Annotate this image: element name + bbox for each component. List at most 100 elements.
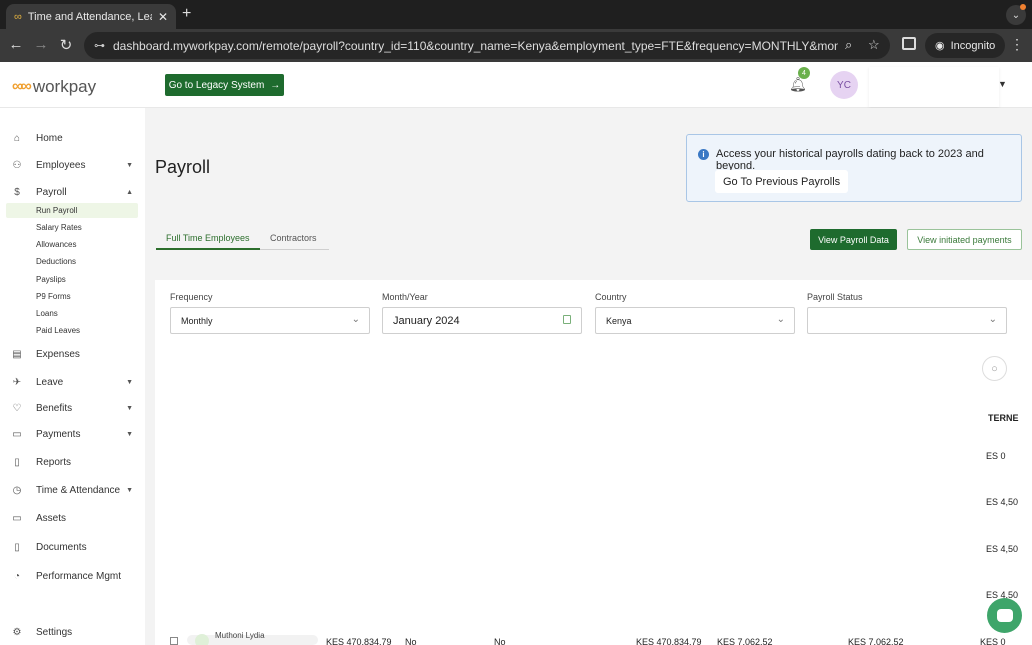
- chat-support-button[interactable]: [987, 598, 1022, 633]
- browser-toolbar: ← → ↻ ⊶ dashboard.myworkpay.com/remote/p…: [0, 29, 1032, 62]
- sidebar-item-assets[interactable]: ▭ Assets: [10, 509, 135, 527]
- gear-icon: ⚙: [12, 626, 22, 638]
- url-text: dashboard.myworkpay.com/remote/payroll?c…: [113, 38, 838, 53]
- sidebar-item-reports[interactable]: ▯ Reports: [10, 453, 135, 471]
- report-icon: ▯: [14, 456, 20, 468]
- sidebar-item-label: Leave: [36, 376, 64, 388]
- sidebar-item-payroll[interactable]: $ Payroll ▲: [10, 183, 135, 201]
- payroll-status-select[interactable]: ⌄: [807, 307, 1007, 334]
- country-select[interactable]: Kenya ⌄: [595, 307, 795, 334]
- previous-payrolls-button[interactable]: Go To Previous Payrolls: [715, 170, 849, 193]
- sidebar-item-label: Expenses: [36, 348, 80, 360]
- sidebar-item-label: Payments: [36, 428, 81, 440]
- back-icon[interactable]: ←: [6, 36, 26, 53]
- notification-badge: 4: [798, 67, 810, 79]
- notification-dot: [1020, 4, 1026, 10]
- site-info-icon[interactable]: ⊶: [94, 39, 105, 52]
- payment-icon: ▭: [12, 428, 22, 440]
- sidebar-sub-run-payroll[interactable]: Run Payroll: [6, 203, 138, 218]
- view-payroll-data-button[interactable]: View Payroll Data: [810, 229, 897, 250]
- plane-icon: ✈: [12, 376, 22, 388]
- tab-search-button[interactable]: ⌄: [1006, 4, 1026, 25]
- table-cell: ES 4,50: [986, 497, 1019, 507]
- tab-contractors[interactable]: Contractors: [270, 233, 317, 243]
- user-menu[interactable]: [869, 67, 999, 107]
- sidebar-sub-loans[interactable]: Loans: [6, 306, 138, 321]
- caret-up-icon: ▲: [126, 188, 133, 196]
- sidebar-sub-paid-leaves[interactable]: Paid Leaves: [6, 323, 138, 338]
- app-header: ∞∞ workpay Go to Legacy System → 🔔︎ 4 YC…: [0, 62, 1032, 108]
- employee-avatar: [195, 634, 209, 645]
- browser-menu-icon[interactable]: ⋮: [1010, 36, 1024, 53]
- sidebar-item-settings[interactable]: ⚙ Settings: [10, 623, 135, 641]
- document-icon: ▯: [14, 541, 20, 553]
- browser-tab[interactable]: ∞ Time and Attendance, Leave, ✕: [6, 4, 176, 29]
- table-cell: KES 470,834.79: [636, 637, 702, 645]
- sidebar-item-performance[interactable]: ◔ Performance Mgmt: [10, 567, 135, 585]
- sidebar-item-benefits[interactable]: ♡ Benefits ▼: [10, 399, 135, 417]
- sidebar-sub-allowances[interactable]: Allowances: [6, 237, 138, 252]
- sidebar-item-leave[interactable]: ✈ Leave ▼: [10, 373, 135, 391]
- sidebar-item-expenses[interactable]: ▤ Expenses: [10, 345, 135, 363]
- incognito-indicator[interactable]: ◉ Incognito: [925, 33, 1006, 58]
- month-year-picker[interactable]: January 2024: [382, 307, 582, 334]
- user-avatar[interactable]: YC: [830, 71, 858, 99]
- close-tab-icon[interactable]: ✕: [158, 10, 168, 24]
- info-icon: i: [698, 149, 709, 160]
- sidebar-item-label: Settings: [36, 626, 73, 638]
- browser-tab-bar: ∞ Time and Attendance, Leave, ✕ + ⌄: [0, 0, 1032, 29]
- side-panel-icon[interactable]: [902, 37, 916, 50]
- sidebar: ⌂ Home ⚇ Employees ▼ $ Payroll ▲ Run Pay…: [0, 108, 145, 645]
- sidebar-item-label: Benefits: [36, 402, 73, 414]
- workpay-logo[interactable]: ∞∞ workpay: [12, 77, 96, 97]
- frequency-value: Monthly: [181, 315, 213, 326]
- sidebar-item-employees[interactable]: ⚇ Employees ▼: [10, 156, 135, 174]
- sidebar-sub-deductions[interactable]: Deductions: [6, 254, 138, 269]
- new-tab-button[interactable]: +: [182, 5, 191, 23]
- workpay-favicon-icon: ∞: [14, 10, 22, 23]
- table-cell: ES 4,50: [986, 544, 1019, 554]
- receipt-icon: ▤: [12, 348, 22, 360]
- sidebar-sub-p9-forms[interactable]: P9 Forms: [6, 289, 138, 304]
- forward-icon[interactable]: →: [31, 36, 51, 53]
- search-zoom-icon[interactable]: ⌕: [845, 37, 852, 53]
- reload-icon[interactable]: ↻: [56, 36, 76, 54]
- country-label: Country: [595, 292, 627, 302]
- caret-down-icon: ▼: [126, 404, 133, 412]
- tab-full-time-employees[interactable]: Full Time Employees: [156, 233, 260, 250]
- logo-mark-icon: ∞∞: [12, 78, 32, 95]
- calendar-icon: [563, 315, 571, 324]
- sidebar-sub-payslips[interactable]: Payslips: [6, 272, 138, 287]
- sidebar-item-payments[interactable]: ▭ Payments ▼: [10, 425, 135, 443]
- caret-down-icon: ▼: [126, 486, 133, 494]
- payroll-card: Frequency Monthly ⌄ Month/Year January 2…: [155, 280, 1032, 645]
- chart-icon: ◔: [13, 570, 21, 582]
- users-icon: ⚇: [12, 159, 22, 171]
- view-initiated-payments-button[interactable]: View initiated payments: [907, 229, 1022, 250]
- table-search-button[interactable]: ○: [982, 356, 1007, 381]
- sidebar-item-time-attendance[interactable]: ◷ Time & Attendance ▼: [10, 481, 135, 499]
- sidebar-item-label: Time & Attendance: [36, 484, 121, 496]
- sidebar-sub-salary-rates[interactable]: Salary Rates: [6, 220, 138, 235]
- table-cell: ES 0: [986, 451, 1006, 461]
- frequency-select[interactable]: Monthly ⌄: [170, 307, 370, 334]
- info-message: Access your historical payrolls dating b…: [716, 148, 984, 172]
- bookmark-star-icon[interactable]: ☆: [868, 37, 880, 53]
- sidebar-item-label: Documents: [36, 541, 87, 553]
- employee-name: Muthoni Lydia: [215, 631, 265, 640]
- chevron-down-icon: ⌄: [776, 314, 785, 325]
- sidebar-item-label: Performance Mgmt: [36, 570, 122, 582]
- sidebar-item-home[interactable]: ⌂ Home: [10, 129, 135, 147]
- chat-icon: [996, 609, 1013, 622]
- address-bar[interactable]: ⊶ dashboard.myworkpay.com/remote/payroll…: [84, 32, 890, 59]
- table-cell: KES 7,062.52: [848, 637, 904, 645]
- chevron-down-icon: ⌄: [351, 314, 360, 325]
- row-checkbox[interactable]: [170, 637, 178, 645]
- user-menu-caret-icon[interactable]: ▼: [998, 79, 1007, 89]
- legacy-system-button[interactable]: Go to Legacy System →: [165, 74, 284, 96]
- sidebar-item-documents[interactable]: ▯ Documents: [10, 538, 135, 556]
- incognito-icon: ◉: [935, 40, 945, 52]
- clock-icon: ◷: [12, 484, 22, 496]
- browser-tab-title: Time and Attendance, Leave,: [27, 10, 152, 23]
- laptop-icon: ▭: [12, 512, 22, 524]
